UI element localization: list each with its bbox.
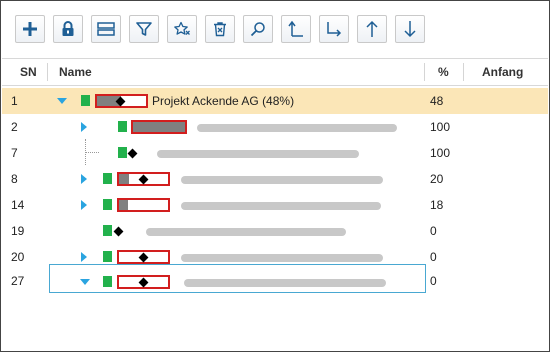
milestone-marker	[118, 147, 127, 158]
trash-icon	[214, 22, 226, 37]
favorite-button[interactable]	[167, 15, 197, 43]
expand-toggle-icon[interactable]	[81, 252, 87, 262]
rows-icon	[97, 22, 115, 36]
milestone-marker	[81, 95, 90, 106]
focused-cell-outline	[49, 264, 426, 293]
table-row[interactable]: 19 0	[2, 218, 548, 244]
progress-marker	[113, 226, 124, 237]
gantt-bar	[131, 120, 187, 134]
outdent-button[interactable]	[281, 15, 311, 43]
redacted-task-name	[181, 254, 383, 262]
filter-button[interactable]	[129, 15, 159, 43]
column-header-sn[interactable]: SN	[20, 59, 37, 85]
table-row[interactable]: 14 18	[2, 192, 548, 218]
column-header-percent[interactable]: %	[438, 59, 449, 85]
milestone-marker	[103, 225, 112, 236]
task-name: Projekt Ackende AG (48%)	[152, 94, 295, 108]
table-row[interactable]: 7 100	[2, 140, 548, 166]
table-row[interactable]: 1 Projekt Ackende AG (48%) 48	[2, 88, 548, 114]
progress-fill	[133, 122, 185, 132]
search-icon	[250, 22, 265, 37]
table-row[interactable]: 8 20	[2, 166, 548, 192]
filter-icon	[136, 22, 152, 36]
milestone-marker	[103, 199, 112, 210]
column-header-start[interactable]: Anfang	[482, 59, 523, 85]
redacted-task-name	[146, 228, 346, 236]
gantt-panel: SN Name % Anfang 1 Projekt Ackende AG (4…	[0, 0, 550, 352]
column-resizer[interactable]	[47, 63, 48, 81]
row-percent: 0	[430, 250, 437, 264]
row-sn: 1	[11, 94, 18, 108]
row-percent: 0	[430, 274, 437, 288]
add-button[interactable]	[15, 15, 45, 43]
arrow-up-left-icon	[288, 20, 303, 37]
row-percent: 100	[430, 120, 451, 134]
collapse-toggle-icon[interactable]	[57, 98, 67, 104]
plus-icon	[23, 22, 37, 36]
lock-icon	[62, 21, 74, 36]
row-sn: 8	[11, 172, 18, 186]
progress-marker	[127, 148, 138, 159]
row-percent: 18	[430, 198, 444, 212]
move-down-button[interactable]	[395, 15, 425, 43]
row-sn: 7	[11, 146, 18, 160]
redacted-task-name	[197, 124, 397, 132]
expand-toggle-icon[interactable]	[81, 122, 87, 132]
row-sn: 27	[11, 274, 25, 288]
arrow-down-icon	[404, 21, 416, 38]
column-header-name[interactable]: Name	[59, 59, 92, 85]
table-row[interactable]: 2 100	[2, 114, 548, 140]
gantt-bar	[117, 198, 170, 212]
column-resizer[interactable]	[463, 63, 464, 81]
column-resizer[interactable]	[424, 63, 425, 81]
redacted-task-name	[157, 150, 359, 158]
toolbar	[15, 15, 425, 45]
milestone-marker	[103, 251, 112, 262]
delete-button[interactable]	[205, 15, 235, 43]
expand-toggle-icon[interactable]	[81, 174, 87, 184]
search-button[interactable]	[243, 15, 273, 43]
star-icon	[174, 21, 190, 35]
redacted-task-name	[181, 176, 383, 184]
row-percent: 0	[430, 224, 437, 238]
progress-fill	[119, 200, 128, 210]
row-sn: 20	[11, 250, 25, 264]
milestone-marker	[118, 121, 127, 132]
grid-header: SN Name % Anfang	[2, 58, 548, 86]
row-percent: 100	[430, 146, 451, 160]
row-percent: 48	[430, 94, 444, 108]
row-sn: 14	[11, 198, 25, 212]
arrow-up-icon	[366, 20, 378, 37]
move-up-button[interactable]	[357, 15, 387, 43]
row-sn: 2	[11, 120, 18, 134]
row-sn: 19	[11, 224, 25, 238]
progress-fill	[119, 174, 129, 184]
milestone-marker	[103, 173, 112, 184]
arrow-down-right-icon	[327, 22, 342, 37]
redacted-task-name	[181, 202, 381, 210]
expand-toggle-icon[interactable]	[81, 200, 87, 210]
indent-button[interactable]	[319, 15, 349, 43]
lock-button[interactable]	[53, 15, 83, 43]
layout-button[interactable]	[91, 15, 121, 43]
row-percent: 20	[430, 172, 444, 186]
